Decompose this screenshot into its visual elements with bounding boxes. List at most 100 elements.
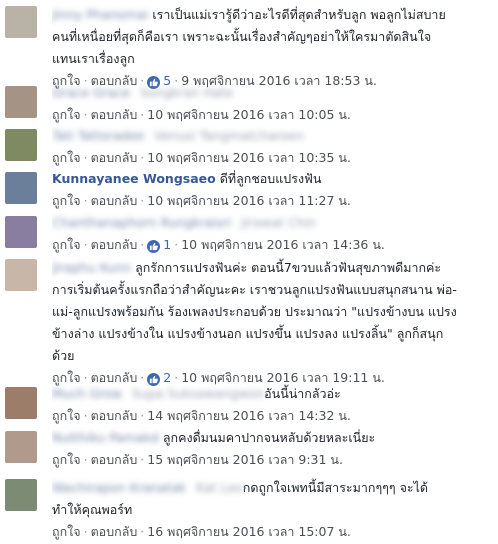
avatar[interactable]	[5, 431, 37, 463]
separator: ·	[140, 237, 145, 252]
comment-text: ดีที่ลูกชอบแปรงฟัน	[219, 171, 322, 186]
reply-link[interactable]: ตอบกลับ	[91, 107, 138, 122]
comment-text: อันนี้น่ากลัวอ่ะ	[264, 386, 341, 401]
comment-body: Grace Grace Songkran Hate ถูกใจ · ตอบกลับ · 10…	[52, 82, 492, 126]
comment-body: Tati Tattoradee Venusi Tangmatcharoen ถูกใ…	[52, 125, 492, 169]
avatar[interactable]	[5, 259, 37, 291]
reply-link[interactable]: ตอบกลับ	[91, 150, 138, 165]
commenter-name[interactable]: Jinny Phanomai	[52, 7, 148, 22]
comment-timestamp[interactable]: 14 พฤศจิกายน 2016 เวลา 14:32 น.	[147, 408, 351, 423]
avatar[interactable]	[5, 172, 37, 204]
comment-text-line: คนที่เหนื่อยที่สุดก็คือเรา เพราะฉะนั้นเร…	[52, 29, 432, 44]
comment-first-line: Grace Grace Songkran Hate	[52, 82, 492, 104]
avatar[interactable]	[5, 216, 37, 248]
separator: ·	[83, 452, 88, 467]
separator: ·	[140, 193, 145, 208]
like-link[interactable]: ถูกใจ	[52, 237, 81, 252]
separator: ·	[83, 150, 88, 165]
like-link[interactable]: ถูกใจ	[52, 107, 81, 122]
commenter-name[interactable]: Kunnayanee Wongsaeo	[52, 171, 216, 186]
comment-body: Chanthanaphorn Rungkraisri Jirawat Chin ถู…	[52, 212, 492, 256]
commenter-name[interactable]: Grace Grace	[52, 85, 130, 100]
separator: ·	[140, 524, 145, 539]
comment-timestamp[interactable]: 10 พฤศจิกายน 2016 เวลา 14:36 น.	[181, 237, 385, 252]
reply-link[interactable]: ตอบกลับ	[91, 408, 138, 423]
comment-text-line: แม่-ลูกแปรงพร้อมกัน ร้องเพลงประกอบด้วย ป…	[52, 304, 457, 319]
comment-text: ลูกคงดื่มนมคาปากจนหลับด้วยหละเนี่ยะ	[162, 430, 376, 445]
blurred-tag: Songkran Hate	[140, 85, 234, 100]
comment-meta: ถูกใจ · ตอบกลับ · 14 พฤศจิกายน 2016 เวลา 14:…	[52, 405, 492, 427]
like-count[interactable]: 1	[163, 237, 171, 252]
comment-first-line: Jiraphu Kunn ลูกรักการแปรงฟันค่ะ ตอนนี้7ข…	[52, 257, 492, 279]
comment-body: Nutthiku Pamakd ลูกคงดื่มนมคาปากจนหลับด้ว…	[52, 427, 492, 471]
comment-text: ลูกรักการแปรงฟันค่ะ ตอนนี้7ขวบแล้วฟันสุข…	[135, 260, 442, 275]
comment-meta: ถูกใจ · ตอบกลับ · 10 พฤศจิกายน 2016 เวลา 10:…	[52, 104, 492, 126]
avatar[interactable]	[5, 86, 37, 118]
commenter-name[interactable]: Tati Tattoradee	[52, 128, 144, 143]
commenter-name[interactable]: Wachirapon Kranatak	[52, 480, 186, 495]
comment-text-line: ทำให้คุณพอร์ท	[52, 502, 133, 517]
comment-body: Kunnayanee Wongsaeo ดีที่ลูกชอบแปรงฟัน ถูก…	[52, 168, 492, 212]
comment-meta: ถูกใจ · ตอบกลับ · 15 พฤศจิกายน 2016 เวลา 9:3…	[52, 449, 492, 471]
comment-timestamp[interactable]: 10 พฤศจิกายน 2016 เวลา 11:27 น.	[147, 193, 351, 208]
comment-timestamp[interactable]: 10 พฤศจิกายน 2016 เวลา 10:05 น.	[147, 107, 351, 122]
comment-body: Wachirapon Kranatak Kat Leoกดถูกใจเพทนี้ม…	[52, 477, 492, 543]
blurred-tag: Jirawat Chin	[241, 215, 316, 230]
commenter-name[interactable]: Nutthiku Pamakd	[52, 430, 159, 445]
comment-feed: Jinny Phanomai เราเป็นแม่เรารู้ดีว่าอะไรด…	[0, 0, 498, 544]
comment-meta: ถูกใจ · ตอบกลับ · 16 พฤศจิกายน 2016 เวลา 15:…	[52, 521, 492, 543]
separator: ·	[174, 237, 179, 252]
comment-first-line: Nutthiku Pamakd ลูกคงดื่มนมคาปากจนหลับด้ว…	[52, 427, 492, 449]
comment-body: Jinny Phanomai เราเป็นแม่เรารู้ดีว่าอะไรด…	[52, 4, 492, 92]
avatar[interactable]	[5, 387, 37, 419]
avatar[interactable]	[5, 6, 37, 38]
blurred-tag: Kat Leo	[196, 480, 243, 495]
commenter-name[interactable]: Jiraphu Kunn	[52, 260, 131, 275]
comment-first-line: Much Grow Supa Suksawangwonอันนี้น่ากลัวอ…	[52, 383, 492, 405]
comment-first-line: Kunnayanee Wongsaeo ดีที่ลูกชอบแปรงฟัน	[52, 168, 492, 190]
comment-timestamp[interactable]: 15 พฤศจิกายน 2016 เวลา 9:31 น.	[147, 452, 343, 467]
reply-link[interactable]: ตอบกลับ	[91, 524, 138, 539]
separator: ·	[83, 237, 88, 252]
comment-timestamp[interactable]: 16 พฤศจิกายน 2016 เวลา 15:07 น.	[147, 524, 351, 539]
separator: ·	[140, 150, 145, 165]
reply-link[interactable]: ตอบกลับ	[91, 452, 138, 467]
reply-link[interactable]: ตอบกลับ	[91, 193, 138, 208]
like-link[interactable]: ถูกใจ	[52, 150, 81, 165]
blurred-tag: Supa Suksawangwon	[131, 386, 265, 401]
comment-body: Much Grow Supa Suksawangwonอันนี้น่ากลัวอ…	[52, 383, 492, 427]
avatar[interactable]	[5, 479, 37, 511]
comment-meta: ถูกใจ · ตอบกลับ · 1 · 10 พฤศจิกายน 2016 เวลา 1…	[52, 234, 492, 256]
comment-first-line: Wachirapon Kranatak Kat Leoกดถูกใจเพทนี้ม…	[52, 477, 492, 499]
comment-text-line: การเริ่มต้นครั้งแรกถือว่าสำคัญนะคะ เราชว…	[52, 282, 457, 297]
commenter-name[interactable]: Chanthanaphorn Rungkraisri	[52, 215, 231, 230]
separator: ·	[140, 452, 145, 467]
reply-link[interactable]: ตอบกลับ	[91, 237, 138, 252]
like-link[interactable]: ถูกใจ	[52, 452, 81, 467]
separator: ·	[83, 107, 88, 122]
comment-text: กดถูกใจเพทนี้มีสาระมากๆๆๆ จะได้	[242, 480, 429, 495]
like-link[interactable]: ถูกใจ	[52, 408, 81, 423]
separator: ·	[83, 524, 88, 539]
like-link[interactable]: ถูกใจ	[52, 193, 81, 208]
comment-first-line: Chanthanaphorn Rungkraisri Jirawat Chin	[52, 212, 492, 234]
separator: ·	[140, 408, 145, 423]
comment-body: Jiraphu Kunn ลูกรักการแปรงฟันค่ะ ตอนนี้7ข…	[52, 257, 492, 389]
separator: ·	[83, 408, 88, 423]
comment-text-line: ข้างล่าง แปรงข้างใน แปรงข้างนอก แปรงขึ้น…	[52, 326, 444, 341]
comment-first-line: Jinny Phanomai เราเป็นแม่เรารู้ดีว่าอะไรด…	[52, 4, 492, 26]
comment-text-line: ด้วย	[52, 348, 75, 363]
comment-meta: ถูกใจ · ตอบกลับ · 10 พฤศจิกายน 2016 เวลา 11:…	[52, 190, 492, 212]
blurred-tag: Venusi Tangmatcharoen	[154, 128, 304, 143]
comment-timestamp[interactable]: 10 พฤศจิกายน 2016 เวลา 10:35 น.	[147, 150, 351, 165]
like-link[interactable]: ถูกใจ	[52, 524, 81, 539]
comment-first-line: Tati Tattoradee Venusi Tangmatcharoen	[52, 125, 492, 147]
commenter-name[interactable]: Much Grow	[52, 386, 122, 401]
thumbs-up-icon	[147, 240, 161, 253]
avatar[interactable]	[5, 129, 37, 161]
comment-text: เราเป็นแม่เรารู้ดีว่าอะไรดีที่สุดสำหรับล…	[152, 7, 446, 22]
separator: ·	[140, 107, 145, 122]
separator: ·	[83, 193, 88, 208]
comment-text-line: แทนเราเรื่องลูก	[52, 51, 135, 66]
comment-meta: ถูกใจ · ตอบกลับ · 10 พฤศจิกายน 2016 เวลา 10:…	[52, 147, 492, 169]
